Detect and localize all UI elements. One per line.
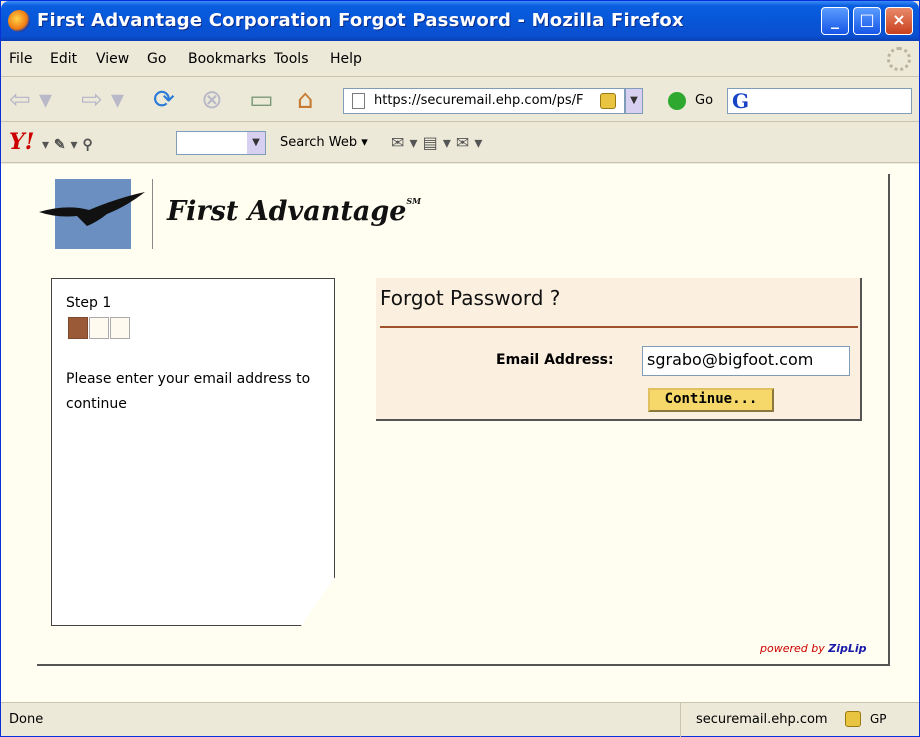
yahoo-tools-icons[interactable]: ✉ ▾ ▤ ▾ ✉ ▾ xyxy=(391,133,482,152)
continue-button[interactable]: Continue... xyxy=(648,388,774,412)
throbber-icon xyxy=(887,47,911,71)
yahoo-toolbar: Y! ▾ ✎ ▾ ⚲ ▼ Search Web ▾ ✉ ▾ ▤ ▾ ✉ ▾ xyxy=(1,123,919,163)
go-icon[interactable] xyxy=(668,92,686,110)
maximize-button[interactable]: □ xyxy=(853,7,881,35)
menu-bar: File Edit View Go Bookmarks Tools Help xyxy=(1,41,919,77)
url-dropdown-icon[interactable]: ▼ xyxy=(625,88,643,114)
forgot-password-form: Forgot Password ? Email Address: sgrabo@… xyxy=(376,278,862,421)
form-title: Forgot Password ? xyxy=(380,286,561,310)
stop-icon[interactable]: ⊗ xyxy=(201,84,223,116)
yahoo-search-input[interactable]: ▼ xyxy=(176,131,266,155)
url-text[interactable]: https://securemail.ehp.com/ps/F xyxy=(374,93,596,108)
home-icon[interactable]: ⌂ xyxy=(297,84,314,116)
email-label: Email Address: xyxy=(496,352,614,368)
menu-file[interactable]: File xyxy=(9,51,32,67)
go-button[interactable]: Go xyxy=(695,93,713,108)
search-web-button[interactable]: Search Web ▾ xyxy=(280,135,368,150)
page-content: First AdvantageSM Step 1 Please enter yo… xyxy=(1,164,919,702)
title-bar[interactable]: First Advantage Corporation Forgot Passw… xyxy=(1,1,919,41)
lock-icon xyxy=(600,93,616,109)
forward-icon[interactable]: ⇨ ▾ xyxy=(81,84,124,116)
brand-name: First AdvantageSM xyxy=(167,196,422,227)
yahoo-search-dropdown-icon[interactable]: ▼ xyxy=(247,132,265,154)
status-gp: GP xyxy=(870,712,887,726)
menu-bookmarks[interactable]: Bookmarks xyxy=(188,51,266,67)
google-icon: G xyxy=(732,89,750,113)
navigation-toolbar: ⇦ ▾ ⇨ ▾ ⟳ ⊗ ▭ ⌂ https://securemail.ehp.c… xyxy=(1,78,919,122)
status-lock-icon[interactable] xyxy=(845,711,861,727)
google-search-box[interactable]: G xyxy=(727,88,912,114)
close-button[interactable]: × xyxy=(885,7,913,35)
status-text: Done xyxy=(9,712,44,727)
minimize-button[interactable]: _ xyxy=(821,7,849,35)
menu-tools[interactable]: Tools xyxy=(274,51,309,67)
menu-go[interactable]: Go xyxy=(147,51,166,67)
step-2-indicator xyxy=(89,317,109,339)
browser-window: First Advantage Corporation Forgot Passw… xyxy=(0,0,920,737)
eagle-logo-icon xyxy=(39,192,145,226)
step-progress xyxy=(68,317,131,343)
step-label: Step 1 xyxy=(66,295,112,311)
back-icon[interactable]: ⇦ ▾ xyxy=(9,84,52,116)
logo-divider xyxy=(152,179,153,249)
forgot-password-page: First AdvantageSM Step 1 Please enter yo… xyxy=(37,174,890,666)
url-bar[interactable]: https://securemail.ehp.com/ps/F xyxy=(343,88,625,114)
step-3-indicator xyxy=(110,317,130,339)
menu-view[interactable]: View xyxy=(96,51,129,67)
window-title: First Advantage Corporation Forgot Passw… xyxy=(37,10,684,31)
new-tab-icon[interactable]: ▭ xyxy=(249,84,274,116)
firefox-icon xyxy=(8,10,30,32)
reload-icon[interactable]: ⟳ xyxy=(153,84,175,116)
step-panel: Step 1 Please enter your email address t… xyxy=(51,278,335,626)
status-host: securemail.ehp.com xyxy=(696,712,828,727)
yahoo-logo-icon[interactable]: Y! ▾ ✎ ▾ ⚲ xyxy=(9,129,93,155)
email-field[interactable]: sgrabo@bigfoot.com xyxy=(642,346,850,376)
menu-edit[interactable]: Edit xyxy=(50,51,77,67)
menu-help[interactable]: Help xyxy=(330,51,362,67)
status-security-panel: securemail.ehp.com GP xyxy=(680,703,919,737)
step-instructions: Please enter your email address to conti… xyxy=(66,371,311,412)
step-1-indicator xyxy=(68,317,88,339)
page-icon xyxy=(352,93,365,109)
powered-by[interactable]: powered by ZipLip xyxy=(760,642,867,655)
status-bar: Done securemail.ehp.com GP xyxy=(1,702,919,737)
form-divider xyxy=(380,326,858,328)
